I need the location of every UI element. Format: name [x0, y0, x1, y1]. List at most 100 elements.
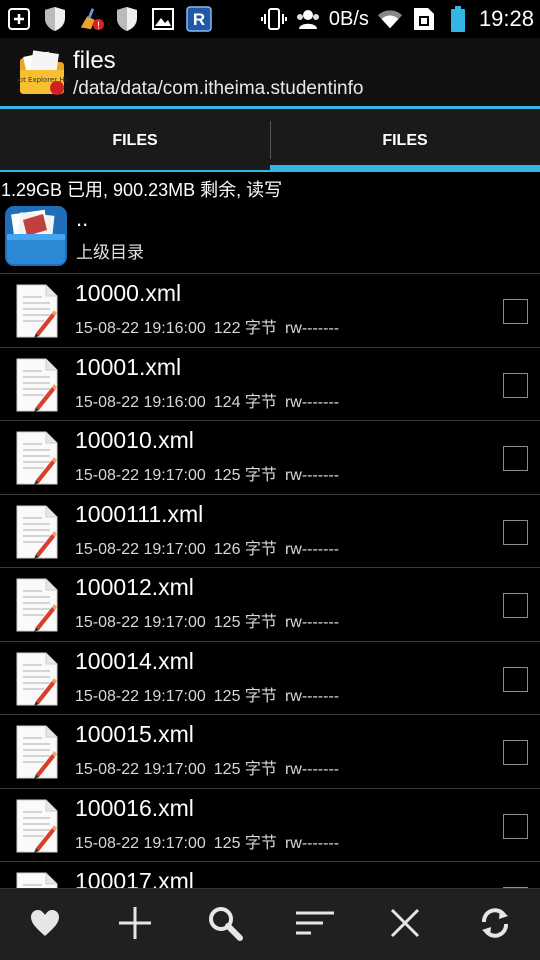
text-file-icon [14, 798, 60, 854]
select-checkbox[interactable] [503, 666, 528, 692]
status-bar: ! R 0B/s 19:28 [0, 0, 540, 38]
file-meta: 15-08-22 19:17:00 126 字节 rw------- [75, 535, 339, 559]
add-box-icon [6, 6, 32, 32]
refresh-button[interactable] [450, 889, 540, 960]
shield-icon [42, 6, 68, 32]
file-date: 15-08-22 19:17:00 [75, 761, 206, 778]
file-meta: 15-08-22 19:17:00 125 字节 rw------- [75, 829, 339, 853]
status-left-icons: ! R [6, 4, 212, 34]
select-checkbox[interactable] [503, 813, 528, 839]
file-name: 100014.xml [75, 647, 194, 674]
file-row[interactable]: 100016.xml 15-08-22 19:17:00 125 字节 rw-----… [0, 789, 540, 862]
file-permissions: rw------- [284, 687, 340, 705]
parent-directory-row[interactable]: .. 上级目录 [0, 200, 540, 274]
refresh-icon [478, 906, 512, 944]
file-name: 100016.xml [75, 794, 194, 821]
file-name: 100015.xml [75, 721, 194, 747]
app-logo-icon[interactable]: Root Explorer HD [10, 48, 70, 98]
file-size: 125 字节 [213, 834, 277, 852]
file-meta: 15-08-22 19:17:00 125 字节 rw------- [75, 461, 339, 485]
select-checkbox[interactable] [503, 519, 528, 545]
file-row[interactable]: 100015.xml 15-08-22 19:17:00 125 字节 rw-----… [0, 715, 540, 789]
search-icon [207, 905, 243, 945]
file-permissions: rw------- [284, 320, 340, 337]
select-checkbox[interactable] [503, 372, 528, 398]
file-name: 100010.xml [75, 427, 194, 453]
tab-files-1[interactable]: FILES [0, 109, 270, 172]
file-row[interactable]: 100012.xml 15-08-22 19:17:00 125 字节 rw-----… [0, 568, 540, 642]
file-date: 15-08-22 19:16:00 [75, 320, 206, 337]
sim-icon [411, 6, 437, 32]
file-row[interactable]: 100014.xml 15-08-22 19:17:00 125 字节 rw-----… [0, 642, 540, 715]
folder-icon [3, 204, 69, 268]
select-checkbox[interactable] [503, 299, 528, 324]
text-file-icon [14, 430, 60, 486]
text-file-icon [14, 871, 60, 888]
file-size: 125 字节 [213, 614, 277, 631]
file-row[interactable]: 10000.xml 15-08-22 19:16:00 122 字节 rw------… [0, 274, 540, 348]
sort-button[interactable] [270, 889, 360, 960]
storage-info: 1.29GB 已用, 900.23MB 剩余, 读写 [1, 180, 283, 200]
file-size: 125 字节 [213, 761, 277, 778]
file-list[interactable]: .. 上级目录 10000.xml 15-08-22 19:16:00 122 字节… [0, 200, 540, 888]
tab-label: FILES [382, 131, 428, 149]
file-size: 125 字节 [213, 687, 277, 705]
parent-dir-label: 上级目录 [76, 243, 144, 262]
bookmarks-button[interactable] [0, 889, 90, 960]
text-file-icon [14, 283, 60, 339]
current-path: /data/data/com.itheima.studentinfo [73, 78, 364, 99]
file-date: 15-08-22 19:17:00 [75, 834, 206, 852]
file-size: 122 字节 [213, 320, 277, 337]
file-permissions: rw------- [284, 834, 340, 852]
file-row[interactable]: 1000111.xml 15-08-22 19:17:00 126 字节 rw----… [0, 495, 540, 568]
action-bar: Root Explorer HD files /data/data/com.it… [0, 38, 540, 108]
file-row[interactable]: 100017.xml [0, 862, 540, 888]
new-item-button[interactable] [90, 889, 180, 960]
file-name: 10001.xml [75, 353, 182, 380]
file-permissions: rw------- [284, 393, 340, 411]
page-title: files [73, 47, 116, 74]
file-meta: 15-08-22 19:17:00 125 字节 rw------- [75, 682, 339, 706]
net-speed: 0B/s [328, 7, 369, 30]
svg-text:!: ! [97, 20, 101, 31]
file-permissions: rw------- [284, 614, 340, 631]
select-checkbox[interactable] [503, 446, 528, 471]
heart-icon [30, 909, 60, 941]
parent-dir-name: .. [76, 206, 89, 231]
select-checkbox[interactable] [503, 593, 528, 618]
select-checkbox[interactable] [503, 740, 528, 765]
image-icon [150, 6, 176, 32]
file-name: 100012.xml [75, 574, 194, 600]
text-file-icon [14, 724, 60, 780]
file-name: 1000111.xml [75, 500, 204, 527]
close-icon [390, 908, 420, 942]
file-permissions: rw------- [284, 761, 340, 778]
vibrate-icon [260, 6, 287, 32]
file-date: 15-08-22 19:17:00 [75, 467, 206, 484]
file-permissions: rw------- [284, 540, 340, 558]
shield-icon [114, 6, 140, 32]
file-rows: 10000.xml 15-08-22 19:16:00 122 字节 rw------… [0, 274, 540, 888]
battery-icon [445, 6, 471, 32]
text-file-icon [14, 504, 60, 560]
svg-text:R: R [193, 10, 205, 29]
file-size: 126 字节 [213, 540, 277, 558]
file-date: 15-08-22 19:17:00 [75, 687, 206, 705]
file-meta: 15-08-22 19:16:00 124 字节 rw------- [75, 388, 339, 412]
file-date: 15-08-22 19:17:00 [75, 614, 206, 631]
sort-icon [295, 909, 335, 941]
add-icon [117, 905, 153, 945]
file-name: 100017.xml [75, 868, 194, 888]
text-file-icon [14, 651, 60, 707]
cleaner-alert-icon: ! [78, 6, 104, 32]
file-size: 125 字节 [213, 467, 277, 484]
file-meta: 15-08-22 19:16:00 122 字节 rw------- [75, 314, 339, 338]
wifi-icon [377, 6, 403, 32]
text-file-icon [14, 357, 60, 413]
search-button[interactable] [180, 889, 270, 960]
file-row[interactable]: 100010.xml 15-08-22 19:17:00 125 字节 rw-----… [0, 421, 540, 495]
tab-active-indicator [270, 165, 540, 172]
file-row[interactable]: 10001.xml 15-08-22 19:16:00 124 字节 rw------… [0, 348, 540, 421]
close-button[interactable] [360, 889, 450, 960]
tab-files-2[interactable]: FILES [270, 109, 540, 172]
